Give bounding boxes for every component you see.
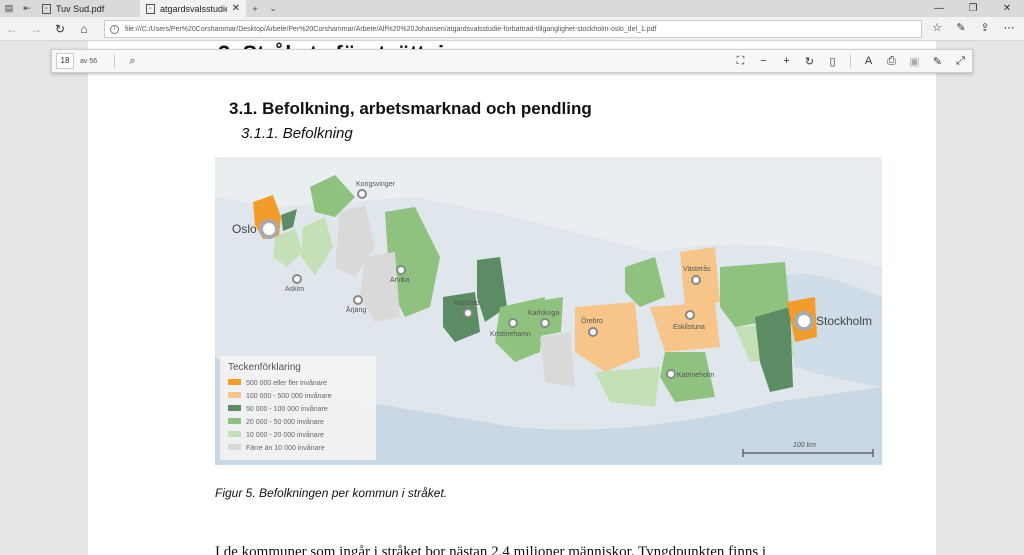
body-paragraph: I de kommuner som ingår i stråket bor nä… [215, 544, 767, 555]
place-label-oslo: Oslo [232, 222, 257, 236]
place-label-orebro: Örebro [581, 317, 603, 325]
legend-swatch [228, 379, 241, 385]
set-aside-tabs-icon[interactable]: ⇤ [18, 0, 36, 17]
place-label-kongsvinger: Kongsvinger [356, 181, 396, 188]
zoom-out-icon[interactable]: − [752, 55, 775, 67]
figure-caption: Figur 5. Befolkningen per kommun i stråk… [215, 486, 448, 500]
forward-arrow-icon[interactable]: → [24, 22, 48, 36]
rotate-icon[interactable]: ↻ [798, 55, 821, 68]
tab-bar: ▤ ⇤ ▫ Tuv Sud.pdf ▫ atgardsvalsstudie-fo… [0, 0, 1024, 17]
legend-swatch [228, 418, 241, 424]
back-arrow-icon[interactable]: ← [0, 22, 24, 36]
place-marker [508, 318, 518, 328]
url-text: file:///C:/Users/Per%20Corshammar/Deskto… [125, 25, 657, 33]
legend-label: 20 000 - 50 000 invånare [246, 418, 324, 426]
chevron-down-icon[interactable]: ⌄ [264, 0, 282, 17]
place-label-arvika: Arvika [390, 277, 410, 284]
place-marker [259, 219, 279, 239]
print-icon[interactable]: ⎙ [880, 55, 903, 68]
section-heading: 3.1. Befolkning, arbetsmarknad och pendl… [229, 99, 592, 118]
legend-label: 10 000 - 20 000 invånare [246, 431, 324, 439]
legend-label: 50 000 - 100 000 invånare [246, 405, 328, 413]
legend-swatch [228, 444, 241, 450]
zoom-in-icon[interactable]: + [775, 55, 798, 67]
restore-icon[interactable]: ❐ [956, 3, 990, 14]
legend-swatch [228, 405, 241, 411]
place-marker [691, 275, 701, 285]
tab-label: Tuv Sud.pdf [56, 3, 105, 14]
tab-atgardsvalsstudie[interactable]: ▫ atgardsvalsstudie-forba ✕ [140, 0, 246, 17]
place-marker [353, 295, 363, 305]
home-icon[interactable]: ⌂ [72, 22, 96, 36]
url-field[interactable]: i file:///C:/Users/Per%20Corshammar/Desk… [104, 20, 922, 38]
legend-swatch [228, 431, 241, 437]
place-marker [794, 311, 814, 331]
close-icon[interactable]: ✕ [232, 3, 240, 14]
place-label-katrineholm: Katrineholm [677, 372, 715, 379]
toolbar-divider [114, 54, 115, 68]
legend-label: 100 000 - 500 000 invånare [246, 392, 332, 400]
map-legend: Teckenförklaring 500 000 eller fler invå… [220, 356, 376, 460]
legend-label: Färre än 10 000 invånare [246, 444, 325, 452]
pdf-file-icon: ▫ [146, 3, 155, 14]
population-map: Kongsvinger Oslo Askim Arvika Årjäng Kar… [215, 157, 882, 465]
place-label-karlstad: Karlstad [454, 300, 480, 307]
toolbar-divider [850, 54, 851, 68]
legend-title: Teckenförklaring [228, 362, 301, 373]
close-window-icon[interactable]: ✕ [990, 3, 1024, 14]
legend-label: 500 000 eller fler invånare [246, 379, 327, 387]
tab-tuv-sud[interactable]: ▫ Tuv Sud.pdf [36, 0, 140, 17]
minimize-icon[interactable]: — [922, 3, 956, 14]
save-as-icon[interactable]: ✎ [926, 55, 949, 68]
place-label-vasteras: Västerås [683, 265, 711, 273]
subsection-heading: 3.1.1. Befolkning [241, 125, 353, 142]
place-label-karlskoga: Karlskoga [528, 310, 559, 317]
favorites-icon[interactable]: ☆ [930, 21, 944, 34]
save-icon[interactable]: ▣ [903, 55, 926, 68]
search-icon[interactable]: ⌕ [121, 55, 144, 68]
pdf-page: 3. Stråkets förutsättningar 3.1. Befolkn… [88, 41, 936, 555]
read-aloud-icon[interactable]: A [857, 55, 880, 67]
info-icon[interactable]: i [110, 24, 119, 34]
place-marker [540, 318, 550, 328]
pdf-toolbar: 18 av 56 ⌕ ⛶ − + ↻ ▯ A ⎙ ▣ ✎ ⤢ [51, 49, 973, 73]
fullscreen-icon[interactable]: ⤢ [949, 55, 972, 68]
place-marker [357, 189, 367, 199]
place-label-eskilstuna: Eskilstuna [673, 324, 705, 331]
notes-icon[interactable]: ✎ [954, 21, 968, 34]
fit-page-icon[interactable]: ⛶ [729, 55, 752, 68]
place-marker [463, 308, 473, 318]
tab-actions-icon[interactable]: ▤ [0, 0, 18, 17]
place-marker [666, 369, 676, 379]
page-total: av 56 [80, 57, 98, 65]
tab-label: atgardsvalsstudie-forba [160, 3, 227, 14]
place-label-kristinehamn: Kristinehamn [490, 331, 531, 338]
page-layout-icon[interactable]: ▯ [821, 55, 844, 68]
address-bar: ← → ↻ ⌂ i file:///C:/Users/Per%20Corsham… [0, 17, 1024, 41]
place-label-askim: Askim [285, 286, 304, 293]
legend-swatch [228, 392, 241, 398]
place-marker [292, 274, 302, 284]
new-tab-icon[interactable]: + [246, 0, 264, 17]
place-label-stockholm: Stockholm [816, 314, 872, 328]
place-marker [588, 327, 598, 337]
place-marker [685, 310, 695, 320]
scale-label: 100 km [793, 442, 816, 449]
share-icon[interactable]: ⇪ [978, 21, 992, 34]
pdf-file-icon: ▫ [42, 3, 51, 14]
refresh-icon[interactable]: ↻ [48, 22, 72, 36]
place-label-arjang: Årjäng [346, 305, 366, 314]
map-graphic: Kongsvinger Oslo Askim Arvika Årjäng Kar… [215, 157, 882, 465]
more-icon[interactable]: ⋯ [1002, 21, 1016, 34]
page-number-input[interactable]: 18 [56, 53, 74, 69]
place-marker [396, 265, 406, 275]
